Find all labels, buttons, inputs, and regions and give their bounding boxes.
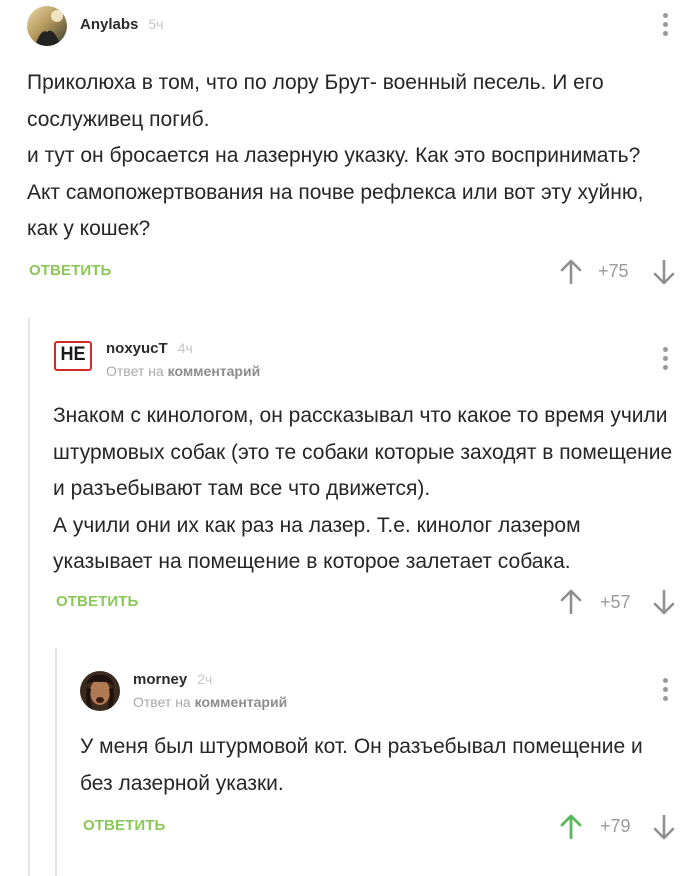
comment-morney: morney 2ч Ответ на комментарий У меня был… bbox=[0, 660, 700, 876]
rating-value: +75 bbox=[598, 261, 629, 281]
comment-time: 4ч bbox=[177, 340, 193, 356]
arrow-down-icon[interactable] bbox=[653, 590, 675, 616]
more-vertical-icon[interactable] bbox=[660, 13, 670, 39]
comment-paragraph: Приколюха в том, что по лору Брут- военн… bbox=[27, 71, 604, 131]
comment-paragraph: и тут он бросается на лазерную указку. К… bbox=[27, 144, 644, 240]
reply-to-prefix: Ответ на bbox=[133, 694, 191, 710]
reply-button[interactable]: ОТВЕТИТЬ bbox=[83, 817, 165, 834]
reply-to-info: Ответ на комментарий bbox=[106, 363, 260, 379]
comment-anylabs: Anylabs 5ч Приколюха в том, что по лору Б… bbox=[0, 0, 700, 300]
reply-button[interactable]: ОТВЕТИТЬ bbox=[56, 593, 138, 610]
comment-text: У меня был штурмовой кот. Он разъебывал … bbox=[80, 729, 680, 802]
more-vertical-icon[interactable] bbox=[660, 678, 670, 704]
comment-time: 2ч bbox=[197, 671, 213, 687]
arrow-up-icon[interactable] bbox=[560, 258, 582, 284]
rating-value: +79 bbox=[600, 816, 631, 836]
comment-text: Знаком с кинологом, он рассказывал что к… bbox=[53, 398, 678, 581]
comment-time: 5ч bbox=[148, 16, 164, 32]
reply-button[interactable]: ОТВЕТИТЬ bbox=[29, 262, 111, 279]
author-name[interactable]: Anylabs bbox=[80, 16, 138, 33]
arrow-down-icon[interactable] bbox=[653, 260, 675, 286]
arrow-down-icon[interactable] bbox=[653, 815, 675, 841]
avatar-logo-text: НЕ bbox=[60, 344, 86, 365]
arrow-up-icon[interactable] bbox=[560, 588, 582, 614]
comment-author[interactable]: Anylabs 5ч bbox=[80, 16, 163, 33]
more-vertical-icon[interactable] bbox=[660, 347, 670, 373]
comment-text: Приколюха в том, что по лору Брут- военн… bbox=[27, 65, 677, 248]
avatar[interactable]: НЕ bbox=[54, 341, 92, 371]
reply-to-info: Ответ на комментарий bbox=[133, 694, 287, 710]
comment-paragraph: У меня был штурмовой кот. Он разъебывал … bbox=[80, 735, 643, 795]
comment-noxyuct: НЕ noxyucT 4ч Ответ на комментарий Знаком… bbox=[0, 330, 700, 620]
avatar[interactable] bbox=[27, 6, 67, 46]
comment-author[interactable]: noxyucT 4ч bbox=[106, 340, 193, 357]
author-name[interactable]: noxyucT bbox=[106, 340, 168, 357]
comment-paragraph: Знаком с кинологом, он рассказывал что к… bbox=[53, 404, 673, 500]
reply-to-link[interactable]: комментарий bbox=[195, 694, 288, 710]
avatar[interactable] bbox=[80, 671, 120, 711]
author-name[interactable]: morney bbox=[133, 671, 187, 688]
comment-paragraph: А учили они их как раз на лазер. Т.е. ки… bbox=[53, 513, 581, 574]
rating-value: +57 bbox=[600, 592, 631, 612]
arrow-up-icon[interactable] bbox=[560, 813, 582, 839]
comment-author[interactable]: morney 2ч bbox=[133, 671, 212, 688]
reply-to-link[interactable]: комментарий bbox=[168, 363, 261, 379]
reply-to-prefix: Ответ на bbox=[106, 363, 164, 379]
